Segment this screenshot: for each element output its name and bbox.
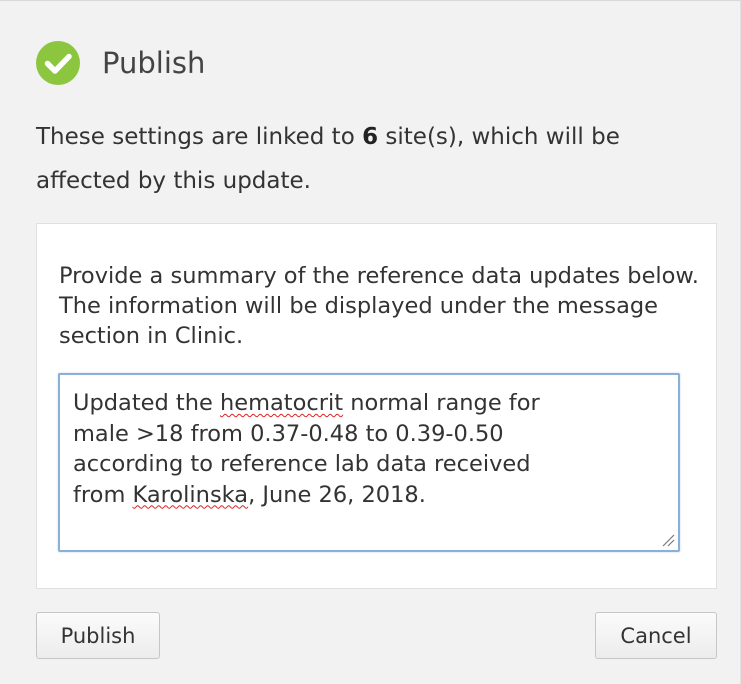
summary-instructions: Provide a summary of the reference data … [59,263,699,349]
summary-text-part: from [73,481,133,508]
misspelled-word: hematocrit [220,390,344,416]
cancel-button[interactable]: Cancel [595,612,717,659]
linked-sites-prefix: These settings are linked to [36,124,363,150]
summary-line-1: Updated the hematocrit normal range for [73,390,540,416]
linked-sites-message: These settings are linked to 6 site(s), … [36,115,716,203]
resize-grip-icon[interactable] [661,533,675,547]
check-circle-icon [36,41,80,85]
publish-dialog: Publish These settings are linked to 6 s… [0,0,741,684]
dialog-title: Publish [102,46,206,80]
summary-panel: Provide a summary of the reference data … [36,223,717,589]
summary-line-4: from Karolinska, June 26, 2018. [73,482,426,508]
publish-button[interactable]: Publish [36,612,160,659]
summary-text-part: , June 26, 2018. [248,481,426,508]
summary-text-part: Updated the [73,390,220,416]
summary-textarea[interactable]: Updated the hematocrit normal range for … [58,373,680,552]
misspelled-word: Karolinska [132,481,249,508]
dialog-header: Publish [36,41,205,85]
summary-text[interactable]: Updated the hematocrit normal range for … [73,388,658,510]
linked-sites-count: 6 [362,124,379,150]
summary-line-3: according to reference lab data received [73,451,531,477]
summary-text-part: normal range for [343,390,540,416]
summary-line-2: male >18 from 0.37-0.48 to 0.39-0.50 [73,420,504,447]
